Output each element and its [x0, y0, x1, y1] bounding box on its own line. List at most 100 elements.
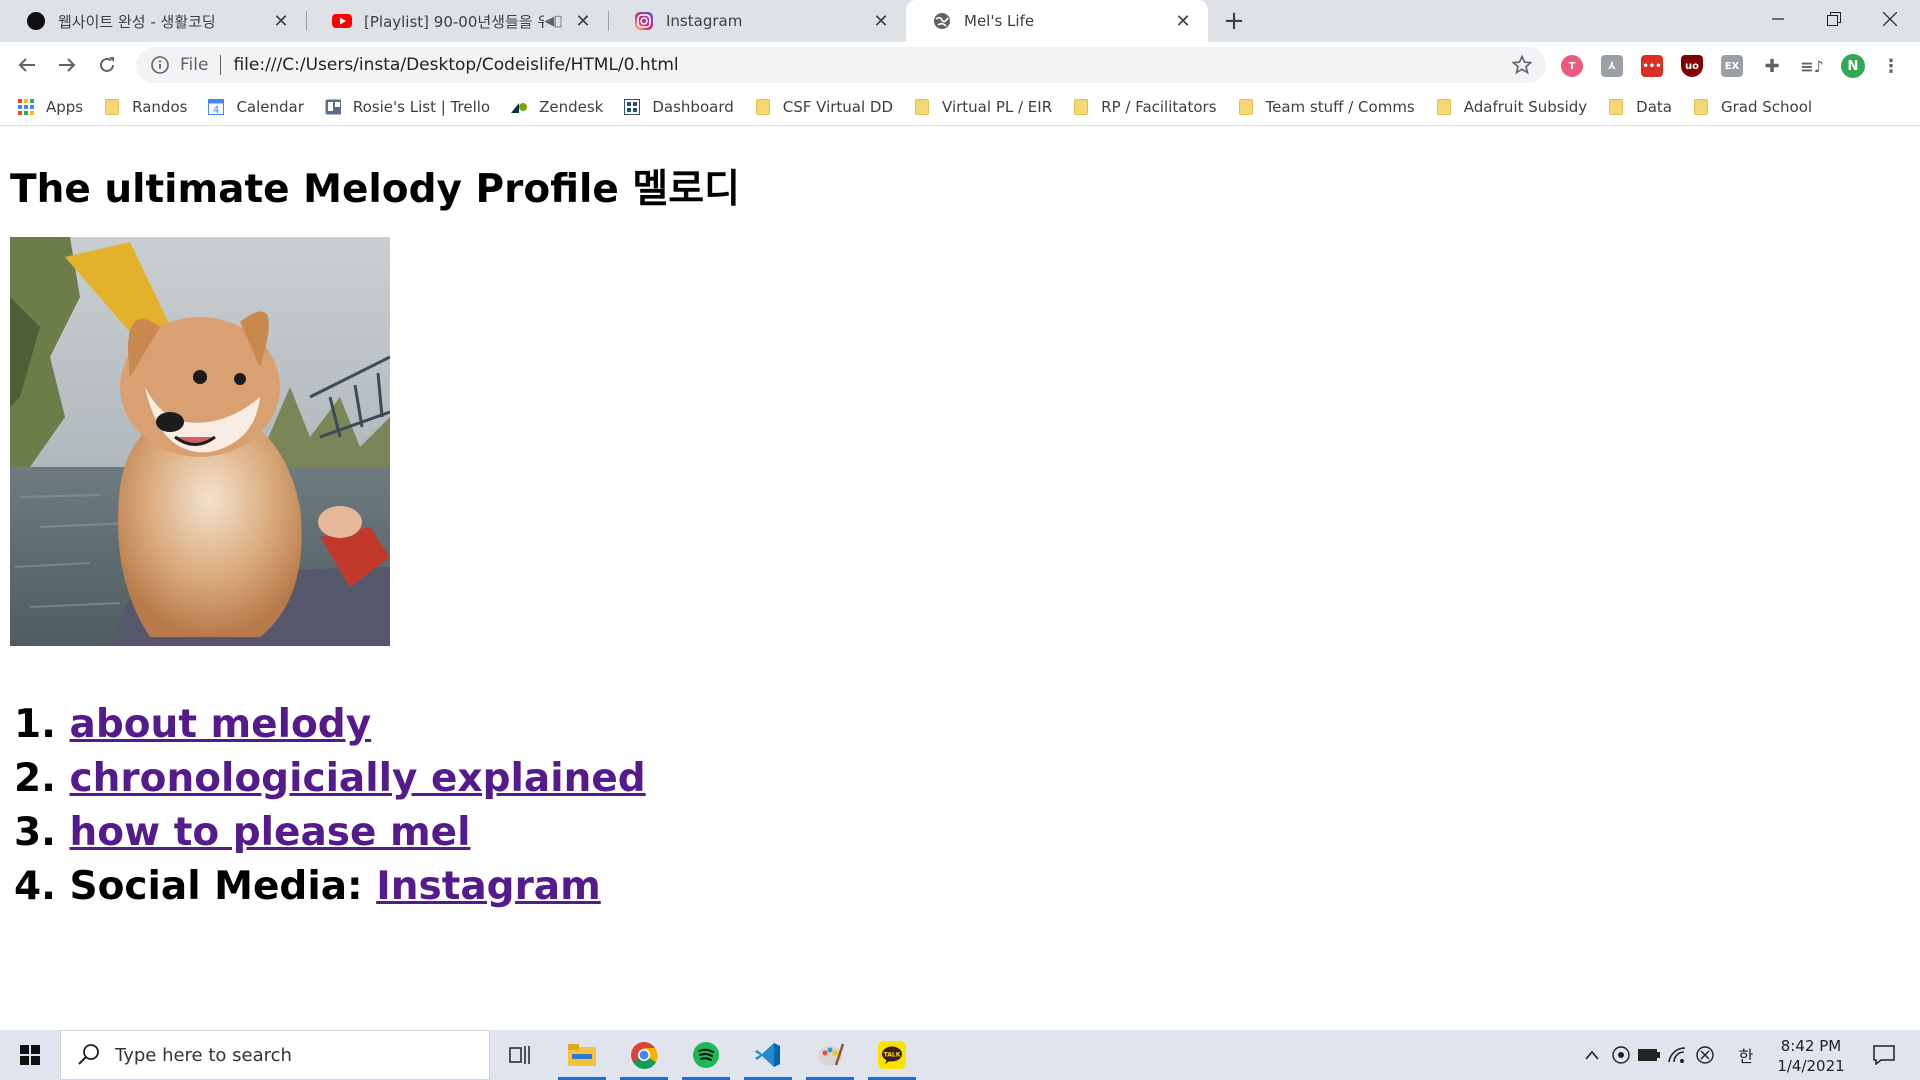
kakaotalk-icon[interactable]: TALK [862, 1030, 922, 1080]
tab-title: Mel's Life [964, 12, 1035, 30]
bookmark-grad-school[interactable]: Grad School [1693, 98, 1812, 116]
chronologically-explained-link[interactable]: chronologicially explained [70, 756, 646, 801]
start-button[interactable] [0, 1030, 60, 1080]
bookmark-dashboard[interactable]: Dashboard [624, 98, 734, 116]
close-icon[interactable]: ✕ [870, 10, 892, 32]
bookmark-csf-virtual-dd[interactable]: CSF Virtual DD [755, 98, 893, 116]
forward-button[interactable] [51, 49, 83, 81]
bookmark-virtual-pl-eir[interactable]: Virtual PL / EIR [914, 98, 1052, 116]
puzzle-extensions-icon[interactable]: ✚ [1761, 55, 1783, 77]
profile-link-list: 1. about melody 2. chronologicially expl… [14, 698, 646, 914]
restore-button[interactable] [1806, 0, 1862, 38]
social-media-label: Social Media: [69, 864, 377, 909]
bookmark-apps[interactable]: Apps [18, 98, 83, 116]
taskbar-search-box[interactable]: Type here to search [60, 1030, 490, 1080]
list-item: 1. about melody [14, 698, 646, 752]
ime-indicator[interactable]: 한 [1734, 1030, 1758, 1080]
file-explorer-icon[interactable] [552, 1030, 612, 1080]
list-item: 4. Social Media: Instagram [14, 860, 646, 914]
onedrive-icon[interactable] [1608, 1030, 1634, 1080]
close-window-button[interactable] [1862, 0, 1918, 38]
list-item: 3. how to please mel [14, 806, 646, 860]
bookmark-label: Virtual PL / EIR [942, 97, 1053, 116]
tab-title: Instagram [666, 12, 743, 30]
address-bar[interactable]: File file:///C:/Users/insta/Desktop/Code… [136, 47, 1546, 83]
new-tab-button[interactable]: + [1218, 6, 1250, 36]
ex-extension-icon[interactable]: EX [1721, 55, 1743, 77]
bookmark-randos[interactable]: Randos [104, 98, 187, 116]
volume-muted-icon[interactable] [1692, 1030, 1718, 1080]
url-text[interactable]: file:///C:/Users/insta/Desktop/Codeislif… [233, 55, 1510, 75]
bookmark-data[interactable]: Data [1608, 98, 1672, 116]
instagram-icon [634, 11, 654, 31]
close-icon[interactable]: ✕ [270, 10, 292, 32]
wifi-icon[interactable] [1664, 1030, 1690, 1080]
folder-icon [1073, 98, 1089, 115]
avatar[interactable]: N [1841, 54, 1865, 78]
show-hidden-icons-chevron[interactable] [1580, 1030, 1604, 1080]
folder-icon [1693, 98, 1709, 115]
bookmark-label: Adafruit Subsidy [1463, 97, 1588, 116]
folder-icon [755, 98, 771, 115]
clock-time: 8:42 PM [1780, 1037, 1842, 1055]
bookmark-trello[interactable]: Rosie's List | Trello [325, 98, 490, 116]
tab-strip: 웹사이트 완성 - 생활코딩 ✕ [Playlist] 90-00년생들을 위한… [0, 0, 1920, 42]
windows-logo-icon [20, 1045, 40, 1065]
svg-text:TALK: TALK [884, 1052, 901, 1059]
bookmark-label: Rosie's List | Trello [352, 97, 491, 116]
media-queue-icon[interactable]: ≡♪ [1800, 55, 1824, 77]
corgi-photo-illustration [10, 237, 390, 646]
task-view-icon[interactable] [490, 1030, 550, 1080]
bookmark-star-icon[interactable] [1510, 53, 1534, 77]
audio-playing-icon[interactable]: ◀ﾞ [544, 14, 562, 29]
folder-icon [914, 98, 930, 115]
url-scheme-label: File [180, 55, 209, 75]
instagram-link[interactable]: Instagram [376, 864, 601, 909]
bookmark-calendar[interactable]: 4 Calendar [208, 98, 304, 116]
globe-icon [932, 11, 952, 31]
dashboard-extension-icon[interactable]: ••• [1641, 55, 1663, 77]
search-icon [77, 1043, 101, 1067]
reload-button[interactable] [91, 49, 123, 81]
minimize-button[interactable] [1750, 0, 1806, 38]
notifications-icon[interactable] [1864, 1030, 1904, 1080]
bookmarks-bar: Apps Randos 4 Calendar Rosie's List | Tr… [0, 88, 1920, 126]
list-number: 3. [14, 810, 56, 855]
ublock-origin-icon[interactable]: uo [1681, 55, 1703, 77]
corgi-photo [10, 237, 390, 646]
bookmark-label: Data [1636, 97, 1672, 116]
tab-saenghwal-coding[interactable]: 웹사이트 완성 - 생활코딩 ✕ [0, 0, 307, 42]
close-icon[interactable]: ✕ [572, 10, 594, 32]
zendesk-icon [511, 99, 528, 115]
list-number: 4. [14, 864, 56, 909]
bookmark-adafruit-subsidy[interactable]: Adafruit Subsidy [1436, 98, 1587, 116]
calendar-icon: 4 [208, 98, 225, 115]
bookmark-label: CSF Virtual DD [782, 97, 894, 116]
clock-date: 1/4/2021 [1777, 1057, 1845, 1075]
info-icon[interactable] [150, 55, 170, 75]
tab-mels-life[interactable]: Mel's Life ✕ [906, 0, 1208, 42]
paint-icon[interactable] [800, 1030, 860, 1080]
pdf-extension-icon[interactable]: ⅄ [1601, 55, 1623, 77]
apps-grid-icon [18, 98, 34, 115]
kebab-menu-icon[interactable]: ⋮ [1880, 55, 1902, 77]
spotify-icon[interactable] [676, 1030, 736, 1080]
folder-icon [1436, 98, 1452, 115]
search-placeholder: Type here to search [115, 1044, 292, 1066]
how-to-please-mel-link[interactable]: how to please mel [70, 810, 471, 855]
tab-instagram[interactable]: Instagram ✕ [608, 0, 906, 42]
bookmark-zendesk[interactable]: Zendesk [511, 98, 603, 116]
close-icon[interactable]: ✕ [1172, 10, 1194, 32]
tab-playlist[interactable]: [Playlist] 90-00년생들을 위한 ◀ﾞ ✕ [306, 0, 609, 42]
bookmark-rp-facilitators[interactable]: RP / Facilitators [1073, 98, 1217, 116]
chrome-icon[interactable] [614, 1030, 674, 1080]
vscode-icon[interactable] [738, 1030, 798, 1080]
tampermonkey-extension-icon[interactable]: T [1561, 55, 1583, 77]
list-item: 2. chronologicially explained [14, 752, 646, 806]
back-button[interactable] [11, 49, 43, 81]
taskbar-clock[interactable]: 8:42 PM 1/4/2021 [1770, 1036, 1852, 1076]
bookmark-team-stuff-comms[interactable]: Team stuff / Comms [1238, 98, 1415, 116]
youtube-icon [332, 11, 352, 31]
about-melody-link[interactable]: about melody [70, 702, 372, 747]
battery-icon[interactable] [1636, 1030, 1662, 1080]
